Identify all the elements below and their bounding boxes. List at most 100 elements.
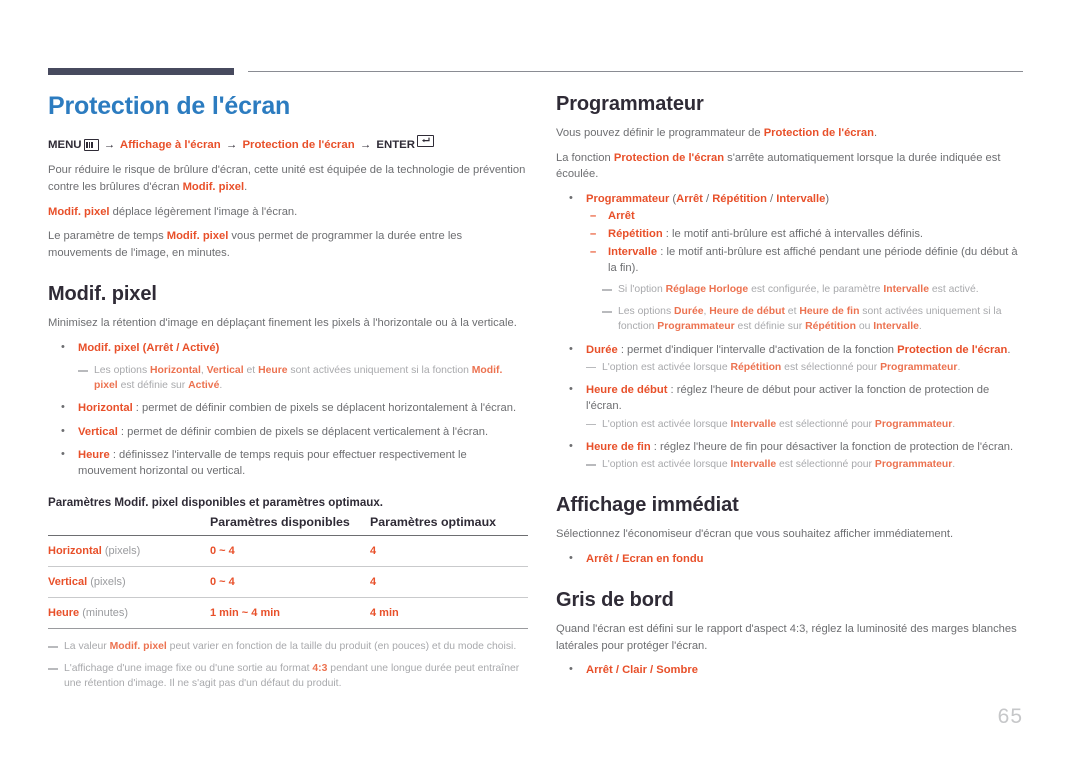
bullet-label: Heure <box>78 449 110 462</box>
table-header-cell-0 <box>48 515 210 536</box>
footnote-keyword: 4:3 <box>312 663 328 675</box>
para-keyword: Protection de l'écran <box>613 151 725 164</box>
note-keyword: Programmateur <box>874 418 953 430</box>
note-keyword: Intervalle <box>883 284 929 296</box>
affichage-description: Sélectionnez l'économiseur d'écran que v… <box>556 528 954 541</box>
table-cell-optimal: 4 <box>370 535 528 567</box>
intro2-keyword: Modif. pixel <box>48 205 110 218</box>
bullet-keyword: Protection de l'écran <box>897 343 1008 356</box>
intro-paragraph-1: Pour réduire le risque de brûlure d'écra… <box>48 162 528 195</box>
para-text: . <box>873 127 878 139</box>
bullet-option: Arrêt <box>676 192 703 205</box>
note-keyword: Horizontal <box>150 365 201 377</box>
note-keyword: Répétition <box>730 361 782 373</box>
bullet-option: Intervalle <box>776 192 826 205</box>
list-item: Arrêt / Clair / Sombre <box>556 661 1026 678</box>
footnote-2: L'affichage d'une image fixe ou d'une so… <box>48 661 528 691</box>
table-caption: Paramètres Modif. pixel disponibles et p… <box>48 495 384 509</box>
bullet-option: Répétition <box>712 192 767 205</box>
intro-paragraph-2: Modif. pixel déplace légèrement l'image … <box>48 204 528 221</box>
note-text: est sélectionné pour <box>776 459 875 471</box>
table-body: Horizontal (pixels) 0 ~ 4 4 Vertical (pi… <box>48 535 528 629</box>
page-number: 65 <box>997 705 1023 728</box>
note-keyword: Programmateur <box>657 321 735 333</box>
note-text: et <box>784 306 800 318</box>
menu-path-item-2: Protection de l'écran <box>242 138 355 151</box>
table-row: Heure (minutes) 1 min ~ 4 min 4 min <box>48 597 528 629</box>
section-title-modif-pixel: Modif. pixel <box>48 283 157 306</box>
note-text: Si l'option <box>618 284 666 296</box>
heure-debut-bullet: Heure de début : réglez l'heure de début… <box>556 381 1026 415</box>
intro1-keyword: Modif. pixel <box>182 181 245 194</box>
sub-label: Arrêt <box>608 210 635 223</box>
table-cell-name: Horizontal (pixels) <box>48 535 210 567</box>
bullet-separator: / <box>646 664 657 677</box>
bullet-option: Ecran en fondu <box>622 552 704 565</box>
left-column: Protection de l'écran MENU → Affichage à… <box>48 92 528 698</box>
bullet-text: : réglez l'heure de fin pour désactiver … <box>650 440 1014 453</box>
footnote-text: La valeur <box>64 640 110 652</box>
sub-list-item: Répétition : le motif anti-brûlure est a… <box>586 226 1026 243</box>
modif-pixel-description: Minimisez la rétention d'image en déplaç… <box>48 317 517 330</box>
table-header-cell-1: Paramètres disponibles <box>210 514 350 529</box>
footnote-text: peut varier en fonction de la taille du … <box>166 640 517 652</box>
note-text: Les options <box>618 306 675 318</box>
intro1-text-c: . <box>244 181 248 194</box>
list-item: Arrêt / Ecran en fondu <box>556 550 1026 567</box>
list-item: Heure : définissez l'intervalle de temps… <box>48 446 528 480</box>
note-text: est activé. <box>928 284 979 296</box>
heure-fin-bullet: Heure de fin : réglez l'heure de fin pou… <box>556 438 1026 455</box>
note-keyword: Heure <box>258 365 288 377</box>
note-text: est sélectionné pour <box>781 361 881 373</box>
bullet-separator: / <box>612 552 623 565</box>
list-item: Heure de fin : réglez l'heure de fin pou… <box>556 438 1026 455</box>
note-text: est définie sur <box>734 321 806 333</box>
bullet-options: (Arrêt / Activé) <box>142 341 220 354</box>
bullet-option: Sombre <box>656 664 698 677</box>
header-rule <box>48 68 1023 75</box>
para-text: La fonction <box>556 151 614 164</box>
bullet-text: : définissez l'intervalle de temps requi… <box>78 449 467 478</box>
bullet-option: Arrêt <box>586 552 613 565</box>
note-keyword: Programmateur <box>880 361 958 373</box>
path-arrow-3: → <box>359 138 372 151</box>
enter-label: ENTER <box>376 138 415 151</box>
bullet-label: Horizontal <box>78 402 133 415</box>
header-rule-thin <box>248 71 1023 72</box>
note-duree-activation: L'option est activée lorsque Répétition … <box>586 360 1026 375</box>
menu-box-icon <box>83 138 99 151</box>
modif-pixel-bullet-list-2: Horizontal : permet de définir combien d… <box>48 399 528 480</box>
sub-text: : le motif anti-brûlure est affiché pend… <box>608 245 1018 275</box>
bullet-text: . <box>1007 343 1011 356</box>
note-text: L'option est activée lorsque <box>602 459 731 471</box>
enter-return-icon <box>417 134 434 147</box>
intro3-keyword: Modif. pixel <box>166 230 229 243</box>
note-text: . <box>952 459 956 471</box>
sub-label: Intervalle <box>608 245 658 258</box>
list-item: Horizontal : permet de définir combien d… <box>48 399 528 416</box>
intro-paragraph-3: Le paramètre de temps Modif. pixel vous … <box>48 228 528 261</box>
bullet-label: Durée <box>586 343 618 356</box>
note-keyword: Vertical <box>206 365 244 377</box>
bullet-label: Modif. pixel <box>78 341 140 354</box>
document-page: Protection de l'écran MENU → Affichage à… <box>0 0 1080 763</box>
menu-path: MENU → Affichage à l'écran → Protection … <box>48 134 528 154</box>
programmateur-paragraph-1: Vous pouvez définir le programmateur de … <box>556 125 1026 142</box>
para-text: Vous pouvez définir le programmateur de <box>556 127 764 139</box>
bullet-separator: / <box>612 664 623 677</box>
bullet-text: / <box>766 192 777 205</box>
row-unit: (minutes) <box>82 606 129 619</box>
sub-text: : le motif anti-brûlure est affiché à in… <box>662 227 924 240</box>
sub-label: Répétition <box>608 227 663 240</box>
note-keyword: Activé <box>188 380 220 392</box>
affichage-bullet-list: Arrêt / Ecran en fondu <box>556 550 1026 567</box>
sub-list-item: Intervalle : le motif anti-brûlure est a… <box>586 244 1026 278</box>
programmateur-sub-list: Arrêt Répétition : le motif anti-brûlure… <box>586 208 1026 277</box>
note-duree-options: Les options Durée, Heure de début et Heu… <box>602 304 1026 334</box>
note-text: L'option est activée lorsque <box>602 361 731 373</box>
note-text: . <box>918 321 922 333</box>
bullet-label: Vertical <box>78 425 118 438</box>
note-text: ou <box>855 321 874 333</box>
bullet-label: Programmateur <box>586 192 670 205</box>
table-row: Vertical (pixels) 0 ~ 4 4 <box>48 566 528 598</box>
